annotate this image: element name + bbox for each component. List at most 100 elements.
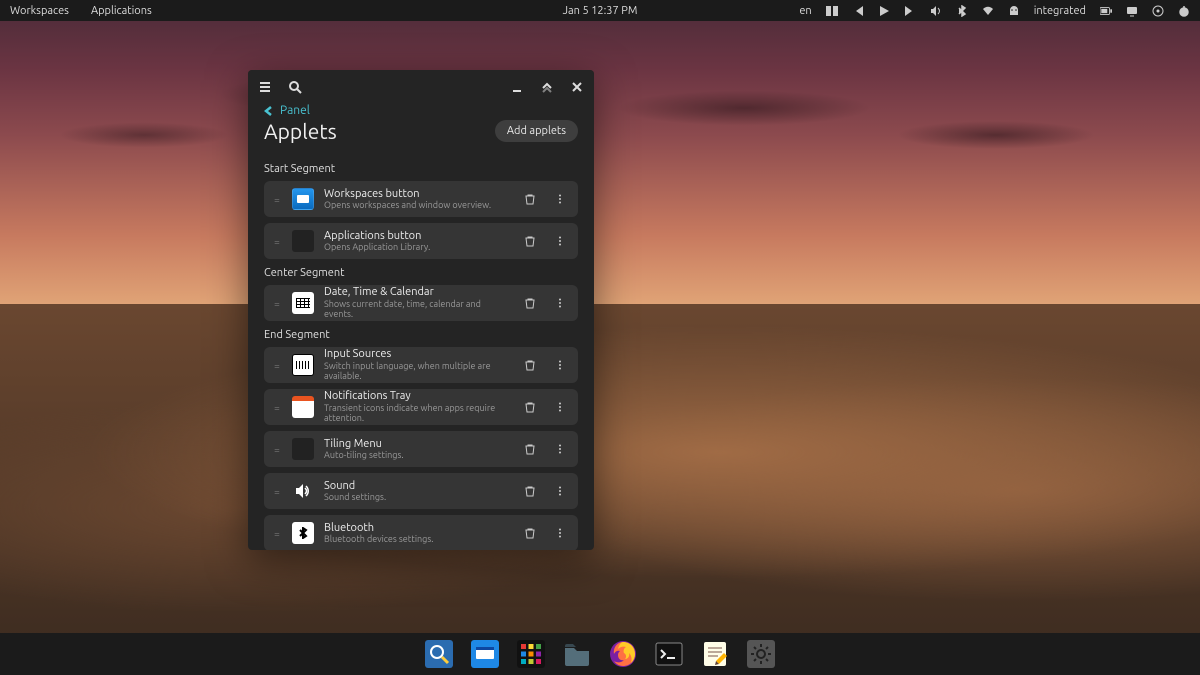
applet-info: Applications buttonOpens Application Lib… xyxy=(324,230,510,253)
power-icon[interactable] xyxy=(1178,5,1190,17)
workspaces-icon xyxy=(292,188,314,210)
tiling-icon[interactable] xyxy=(826,5,838,17)
topbar-clock[interactable]: Jan 5 12:37 PM xyxy=(563,5,638,17)
settings-window: Panel Applets Add applets Start Segment =… xyxy=(248,70,594,550)
applet-menu-button[interactable] xyxy=(550,355,570,375)
dock xyxy=(0,633,1200,675)
applet-info: Tiling MenuAuto-tiling settings. xyxy=(324,438,510,461)
applet-title: Notifications Tray xyxy=(324,390,510,403)
applet-desc: Bluetooth devices settings. xyxy=(324,534,510,544)
page-title: Applets xyxy=(264,119,337,143)
android-icon[interactable] xyxy=(1008,5,1020,17)
applet-title: Date, Time & Calendar xyxy=(324,286,510,299)
applet-title: Applications button xyxy=(324,230,510,243)
drag-handle-icon[interactable]: = xyxy=(272,298,282,309)
topbar-applications[interactable]: Applications xyxy=(91,5,152,17)
tiling-icon xyxy=(292,438,314,460)
media-play-icon[interactable] xyxy=(878,5,890,17)
applet-menu-button[interactable] xyxy=(550,481,570,501)
applet-title: Workspaces button xyxy=(324,188,510,201)
drag-handle-icon[interactable]: = xyxy=(272,360,282,371)
hamburger-icon[interactable] xyxy=(258,80,272,94)
applet-row[interactable]: = Notifications TrayTransient icons indic… xyxy=(264,389,578,425)
segment-label: Center Segment xyxy=(264,267,578,279)
search-icon[interactable] xyxy=(288,80,302,94)
delete-applet-button[interactable] xyxy=(520,439,540,459)
applet-info: Input SourcesSwitch input language, when… xyxy=(324,348,510,381)
drag-handle-icon[interactable]: = xyxy=(272,236,282,247)
drag-handle-icon[interactable]: = xyxy=(272,444,282,455)
window-titlebar[interactable] xyxy=(248,70,594,104)
applet-info: Date, Time & CalendarShows current date,… xyxy=(324,286,510,319)
drag-handle-icon[interactable]: = xyxy=(272,528,282,539)
calendar-icon xyxy=(292,292,314,314)
drag-handle-icon[interactable]: = xyxy=(272,194,282,205)
delete-applet-button[interactable] xyxy=(520,231,540,251)
dock-firefox[interactable] xyxy=(609,640,637,668)
applet-desc: Opens workspaces and window overview. xyxy=(324,200,510,210)
applet-menu-button[interactable] xyxy=(550,189,570,209)
close-icon[interactable] xyxy=(570,80,584,94)
keyboard-icon xyxy=(292,354,314,376)
dock-files[interactable] xyxy=(563,640,591,668)
maximize-icon[interactable] xyxy=(540,80,554,94)
applet-menu-button[interactable] xyxy=(550,439,570,459)
wifi-icon[interactable] xyxy=(982,5,994,17)
applet-row[interactable]: = Input SourcesSwitch input language, whe… xyxy=(264,347,578,383)
topbar-workspaces[interactable]: Workspaces xyxy=(10,5,69,17)
drag-handle-icon[interactable]: = xyxy=(272,486,282,497)
applet-info: Workspaces buttonOpens workspaces and wi… xyxy=(324,188,510,211)
applet-info: SoundSound settings. xyxy=(324,480,510,503)
applet-menu-button[interactable] xyxy=(550,231,570,251)
dock-search[interactable] xyxy=(425,640,453,668)
dock-apps[interactable] xyxy=(517,640,545,668)
notifications-icon[interactable] xyxy=(1126,5,1138,17)
topbar-integrated-label[interactable]: integrated xyxy=(1034,5,1086,17)
applet-row[interactable]: = Tiling MenuAuto-tiling settings. xyxy=(264,431,578,467)
dock-workspaces[interactable] xyxy=(471,640,499,668)
dock-settings[interactable] xyxy=(747,640,775,668)
volume-icon[interactable] xyxy=(930,5,942,17)
applet-row[interactable]: = Applications buttonOpens Application Li… xyxy=(264,223,578,259)
applet-desc: Opens Application Library. xyxy=(324,242,510,252)
applet-desc: Transient icons indicate when apps requi… xyxy=(324,403,510,424)
battery-icon[interactable] xyxy=(1100,5,1112,17)
segment-label: Start Segment xyxy=(264,163,578,175)
settings-menu-icon[interactable] xyxy=(1152,5,1164,17)
applet-title: Tiling Menu xyxy=(324,438,510,451)
segment-label: End Segment xyxy=(264,329,578,341)
sound-icon xyxy=(292,480,314,502)
delete-applet-button[interactable] xyxy=(520,189,540,209)
minimize-icon[interactable] xyxy=(510,80,524,94)
applet-desc: Shows current date, time, calendar and e… xyxy=(324,299,510,320)
delete-applet-button[interactable] xyxy=(520,481,540,501)
applet-title: Bluetooth xyxy=(324,522,510,535)
top-panel: Workspaces Applications Jan 5 12:37 PM e… xyxy=(0,0,1200,21)
delete-applet-button[interactable] xyxy=(520,523,540,543)
media-next-icon[interactable] xyxy=(904,5,916,17)
applet-desc: Auto-tiling settings. xyxy=(324,450,510,460)
applet-title: Input Sources xyxy=(324,348,510,361)
dock-terminal[interactable] xyxy=(655,640,683,668)
applet-row[interactable]: = Date, Time & CalendarShows current date… xyxy=(264,285,578,321)
applet-info: Notifications TrayTransient icons indica… xyxy=(324,390,510,423)
applet-row[interactable]: = Workspaces buttonOpens workspaces and w… xyxy=(264,181,578,217)
applet-menu-button[interactable] xyxy=(550,397,570,417)
applet-menu-button[interactable] xyxy=(550,293,570,313)
delete-applet-button[interactable] xyxy=(520,355,540,375)
applet-row[interactable]: = BluetoothBluetooth devices settings. xyxy=(264,515,578,550)
dock-text-editor[interactable] xyxy=(701,640,729,668)
applet-row[interactable]: = SoundSound settings. xyxy=(264,473,578,509)
delete-applet-button[interactable] xyxy=(520,397,540,417)
applet-info: BluetoothBluetooth devices settings. xyxy=(324,522,510,545)
delete-applet-button[interactable] xyxy=(520,293,540,313)
media-prev-icon[interactable] xyxy=(852,5,864,17)
drag-handle-icon[interactable]: = xyxy=(272,402,282,413)
back-to-panel[interactable]: Panel xyxy=(248,104,594,119)
back-label: Panel xyxy=(280,104,310,117)
apps-grid-icon xyxy=(292,230,314,252)
applet-menu-button[interactable] xyxy=(550,523,570,543)
add-applets-button[interactable]: Add applets xyxy=(495,120,578,142)
bluetooth-icon[interactable] xyxy=(956,5,968,17)
topbar-input-language[interactable]: en xyxy=(799,5,811,17)
